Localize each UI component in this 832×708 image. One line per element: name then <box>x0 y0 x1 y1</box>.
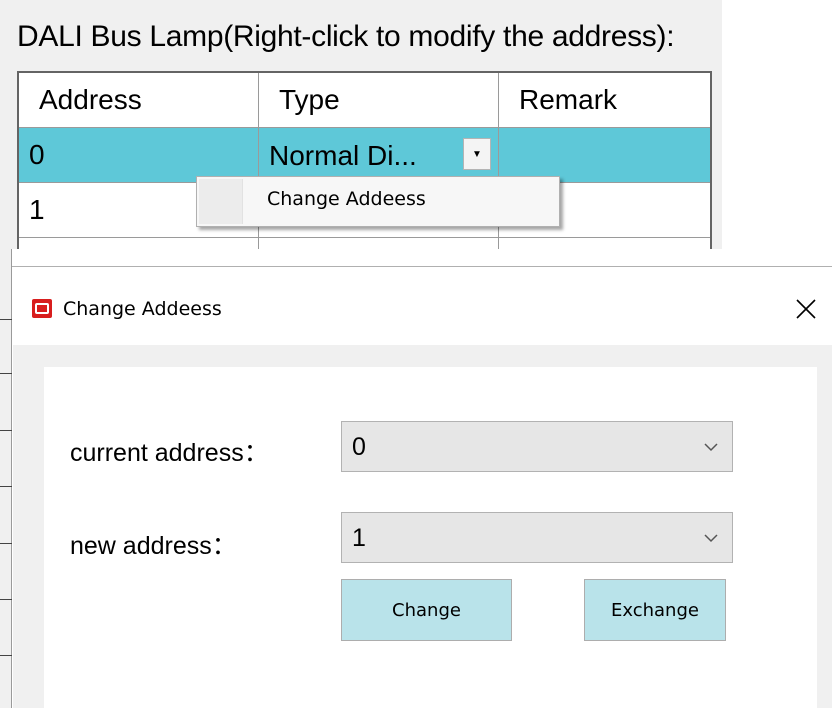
current-address-value: 0 <box>352 433 366 461</box>
panel-label: DALI Bus Lamp(Right-click to modify the … <box>17 20 675 53</box>
chevron-down-icon <box>704 534 718 543</box>
dialog-body: current address： 0 new address： 1 Change… <box>44 367 817 708</box>
change-address-dialog: Change Addeess current address： 0 new ad… <box>13 267 832 708</box>
dialog-title-bar[interactable]: Change Addeess <box>13 267 832 345</box>
column-header-type[interactable]: Type <box>259 73 499 128</box>
type-cell[interactable] <box>259 238 499 249</box>
exchange-button[interactable]: Exchange <box>584 579 726 641</box>
new-address-select[interactable]: 1 <box>341 512 733 563</box>
background-window-edge <box>0 249 12 708</box>
chevron-down-icon <box>704 443 718 452</box>
grid-header-row: Address Type Remark <box>19 73 710 128</box>
remark-cell[interactable] <box>499 128 710 183</box>
dropdown-arrow-icon[interactable]: ▼ <box>463 138 491 170</box>
address-cell[interactable] <box>19 238 259 249</box>
type-dropdown[interactable]: Normal Di... ▼ <box>259 128 499 183</box>
menu-icon-gutter <box>199 179 243 224</box>
type-value: Normal Di... <box>269 140 417 171</box>
app-logo-icon <box>32 299 52 318</box>
column-header-address[interactable]: Address <box>19 73 259 128</box>
address-cell[interactable]: 0 <box>19 128 259 183</box>
dialog-title: Change Addeess <box>63 298 222 320</box>
remark-cell[interactable] <box>499 238 710 249</box>
change-button[interactable]: Change <box>341 579 512 641</box>
new-address-value: 1 <box>352 524 366 552</box>
close-icon[interactable] <box>786 289 826 329</box>
context-menu: Change Addeess <box>196 176 560 227</box>
dali-bus-lamp-panel: DALI Bus Lamp(Right-click to modify the … <box>0 0 722 249</box>
new-address-label: new address： <box>70 532 237 560</box>
column-header-remark[interactable]: Remark <box>499 73 710 128</box>
current-address-select[interactable]: 0 <box>341 421 733 472</box>
table-row[interactable]: 0 Normal Di... ▼ <box>19 128 710 183</box>
menu-item-change-address[interactable]: Change Addeess <box>267 188 426 210</box>
current-address-label: current address： <box>70 439 269 467</box>
table-row[interactable] <box>19 238 710 249</box>
